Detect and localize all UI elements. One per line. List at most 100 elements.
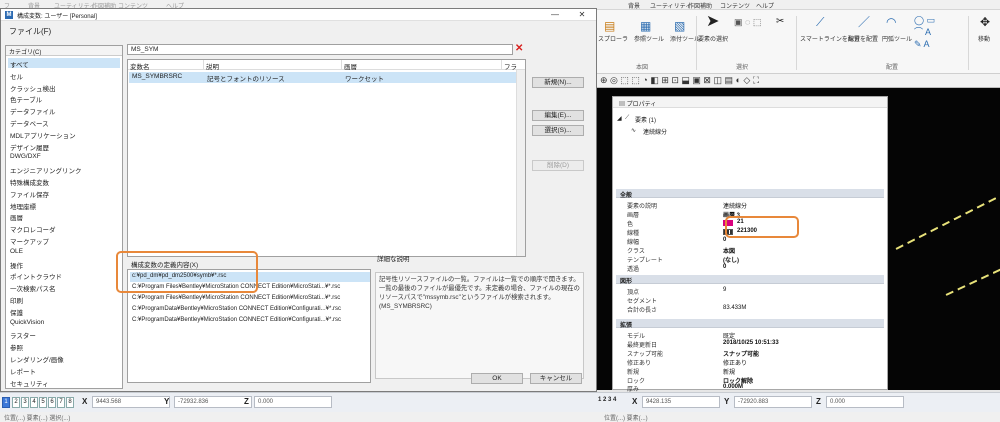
prop-row[interactable]: 修正あり 修正あり [623,358,883,367]
prop-row[interactable]: 最終更新日 2018/10/25 10:51:33 [623,340,883,349]
category-item[interactable]: QuickVision [8,318,120,328]
category-item[interactable]: マクロレコーダ [8,223,120,234]
select-element-button[interactable]: 要素の選択 [698,34,728,43]
z-coordinate-field[interactable]: 0.000 [254,396,332,408]
ribbon-tab[interactable]: コンテンツ [720,1,750,10]
tree-expand-icon[interactable]: ◢ [617,115,622,122]
prop-row[interactable]: スナップ可能 スナップ可能 [623,349,883,358]
category-item[interactable]: 画層 [8,211,120,222]
list-item[interactable]: C:¥Program Files¥Bentley¥MicroStation CO… [130,294,370,304]
prop-row[interactable]: 要素の説明 連続線分 [623,201,883,210]
shape-tools-icon[interactable]: ◯ ▭ ⌒ A ✎ A [914,14,935,50]
prop-row[interactable]: 頂点 9 [623,287,883,296]
cancel-button[interactable]: キャンセル [530,373,582,384]
category-item[interactable]: ファイル保存 [8,188,120,199]
scissors-icon[interactable]: ✂ [776,16,784,28]
column-header[interactable]: フラグ [502,60,525,81]
table-row[interactable]: MS_SYMBRSRC 記号とフォントのリソース ワークセット [129,72,525,83]
prop-row[interactable]: 新規 新規 [623,367,883,376]
category-item[interactable]: セル [8,70,120,81]
ribbon-tab[interactable]: ユーティリティ [650,1,691,10]
close-icon[interactable]: ✕ [568,9,596,21]
list-item[interactable]: C:¥ProgramData¥Bentley¥MicroStation CONN… [130,316,370,326]
edit-button[interactable]: 編集(E)... [532,110,584,121]
y-coordinate-field[interactable]: -72932.836 [174,396,252,408]
ribbon-tab[interactable]: ヘルプ [756,1,774,10]
section-extended[interactable]: 拡張 [616,319,884,329]
select-button[interactable]: 選択(S)... [532,125,584,136]
minimize-icon[interactable]: — [541,9,569,21]
category-item[interactable]: デザイン履歴 [8,141,120,152]
reference-tools-button[interactable]: 参照ツール [634,34,664,43]
dialog-titlebar[interactable]: M 構成変数: ユーザー [Personal] — ✕ [1,9,596,21]
select-grid-icon[interactable]: ▣ ◌ ⬚ [734,16,761,28]
search-input[interactable]: MS_SYM [127,44,513,55]
view-button-3[interactable]: 3 [21,397,29,408]
column-header[interactable]: 変数名 [128,60,204,71]
tree-root[interactable]: 要素 (1) [635,115,656,124]
category-item[interactable]: クラッシュ検出 [8,82,120,93]
category-item[interactable]: ポイントクラウド [8,270,120,281]
prop-row[interactable]: 線幅 0 [623,237,883,246]
section-general[interactable]: 全般 [616,189,884,199]
category-item[interactable]: データファイル [8,105,120,116]
category-item[interactable]: 保護 [8,306,120,317]
view-tools-icon[interactable]: ⊕ ◎ ⬚ ⬚ ◔ ◧ ⊞ ⊡ ⬓ ▣ ⊠ ◫ ▤ ◐ ◇ ⛶ [600,75,759,86]
tree-child[interactable]: 連続線分 [643,127,667,136]
category-item[interactable]: 色テーブル [8,93,120,104]
list-item[interactable]: C:¥ProgramData¥Bentley¥MicroStation CONN… [130,305,370,315]
view-icons[interactable]: 1 2 3 4 [598,397,616,403]
y-coordinate-field[interactable]: -72920.883 [734,396,812,408]
arc-tools-button[interactable]: 円弧ツール [882,34,912,43]
prop-row[interactable]: テンプレート (なし) [623,255,883,264]
new-button[interactable]: 新規(N)... [532,77,584,88]
category-item[interactable]: 印刷 [8,294,120,305]
prop-row[interactable]: 厚み 0.000M [623,384,883,393]
move-button[interactable]: 移動 [978,34,990,43]
category-item[interactable]: マークアップ [8,235,120,246]
view-button-7[interactable]: 7 [57,397,65,408]
category-list[interactable]: カテゴリ(C) すべて セル クラッシュ検出 色テーブル データファイル データベース MD… [5,45,123,389]
category-item[interactable]: エンジニアリングリンク [8,164,120,175]
column-header[interactable]: 画層 [342,60,502,71]
category-item[interactable]: レポート [8,365,120,376]
variable-table[interactable]: 変数名 説明 画層 フラグ MS_SYMBRSRC 記号とフォントのリソース ワ… [127,59,526,257]
category-item[interactable]: 操作 [8,259,120,270]
z-coordinate-field[interactable]: 0.000 [826,396,904,408]
x-coordinate-field[interactable]: 9428.135 [642,396,720,408]
category-item[interactable]: 地理座標 [8,200,120,211]
ok-button[interactable]: OK [471,373,523,384]
clear-search-icon[interactable]: ✕ [515,43,523,54]
view-button-5[interactable]: 5 [39,397,47,408]
category-item[interactable]: ラスター [8,329,120,340]
prop-row[interactable]: モデル 既定 [623,331,883,340]
prop-row[interactable]: ロック ロック解除 [623,376,883,385]
view-button-1[interactable]: 1 [2,397,10,408]
category-item[interactable]: MDLアプリケーション [8,129,120,140]
explorer-button[interactable]: スプローラ [598,34,628,43]
view-button-8[interactable]: 8 [66,397,74,408]
category-item[interactable]: すべて [8,58,120,69]
place-line-button[interactable]: 線分を配置 [848,34,878,43]
category-item[interactable]: セキュリティ [8,377,120,388]
category-item[interactable]: OLE [8,247,120,257]
category-item[interactable]: レンダリング/画像 [8,353,120,364]
view-button-2[interactable]: 2 [12,397,20,408]
prop-row[interactable]: セグメント [623,296,883,305]
category-item[interactable]: 一次検索パス名 [8,282,120,293]
ribbon-tab[interactable]: 作図補助 [688,1,712,10]
prop-row[interactable]: 合計の長さ 83.433M [623,305,883,314]
category-item[interactable]: DWG/DXF [8,152,120,162]
scrollbar[interactable] [516,70,525,256]
delete-button[interactable]: 削除(D) [532,160,584,171]
column-header[interactable]: 説明 [204,60,342,71]
ribbon-tab[interactable]: 背景 [628,1,640,10]
file-menu[interactable]: ファイル(F) [9,26,51,37]
category-item[interactable]: 特殊構成変数 [8,176,120,187]
section-geometry[interactable]: 図形 [616,275,884,285]
category-item[interactable]: データベース [8,117,120,128]
view-button-6[interactable]: 6 [48,397,56,408]
prop-row[interactable]: 透過 0 [623,264,883,273]
view-button-4[interactable]: 4 [30,397,38,408]
x-coordinate-field[interactable]: 9443.568 [92,396,170,408]
